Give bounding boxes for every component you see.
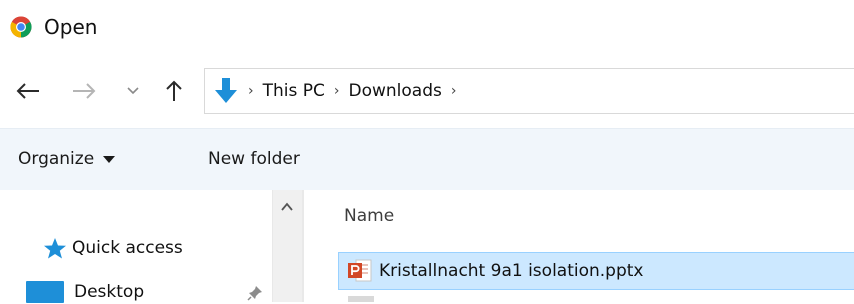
file-name: Kristallnacht 9a1 isolation.pptx [379, 261, 644, 281]
star-icon [44, 238, 66, 259]
breadcrumb-downloads[interactable]: Downloads [348, 81, 441, 101]
scroll-up-icon[interactable] [279, 200, 295, 214]
breadcrumb-separator[interactable]: › [451, 83, 457, 99]
breadcrumb-separator: › [248, 83, 254, 99]
recent-locations-button[interactable] [122, 78, 144, 104]
sidebar-item-desktop[interactable]: Desktop [26, 280, 144, 304]
sidebar-item-label: Quick access [72, 238, 183, 258]
back-button[interactable] [10, 76, 46, 106]
forward-button[interactable] [66, 76, 102, 106]
organize-label: Organize [18, 149, 95, 169]
chrome-icon [10, 16, 32, 38]
address-bar[interactable]: › This PC › Downloads › [204, 68, 854, 114]
caret-down-icon [103, 155, 116, 163]
sidebar-item-quick-access[interactable]: Quick access [42, 236, 183, 260]
breadcrumb-separator: › [333, 83, 340, 99]
arrow-up-icon [166, 80, 182, 101]
new-folder-button[interactable]: New folder [208, 146, 300, 172]
desktop-folder-icon [26, 281, 64, 303]
organize-button[interactable]: Organize [18, 146, 116, 172]
up-button[interactable] [158, 76, 190, 106]
column-header-name[interactable]: Name [344, 205, 394, 227]
command-bar [0, 128, 854, 191]
pin-icon[interactable] [246, 284, 264, 302]
window-title: Open [44, 15, 98, 39]
powerpoint-file-icon [348, 259, 372, 282]
chevron-down-icon [127, 87, 139, 95]
file-row[interactable]: Kristallnacht 9a1 isolation.pptx [338, 252, 854, 290]
file-icon [348, 296, 374, 302]
arrow-right-icon [73, 83, 96, 99]
arrow-left-icon [16, 83, 39, 99]
breadcrumb-this-pc[interactable]: This PC [263, 81, 325, 101]
title-bar [0, 0, 854, 58]
sidebar-item-label: Desktop [74, 282, 145, 302]
downloads-icon [215, 78, 237, 103]
